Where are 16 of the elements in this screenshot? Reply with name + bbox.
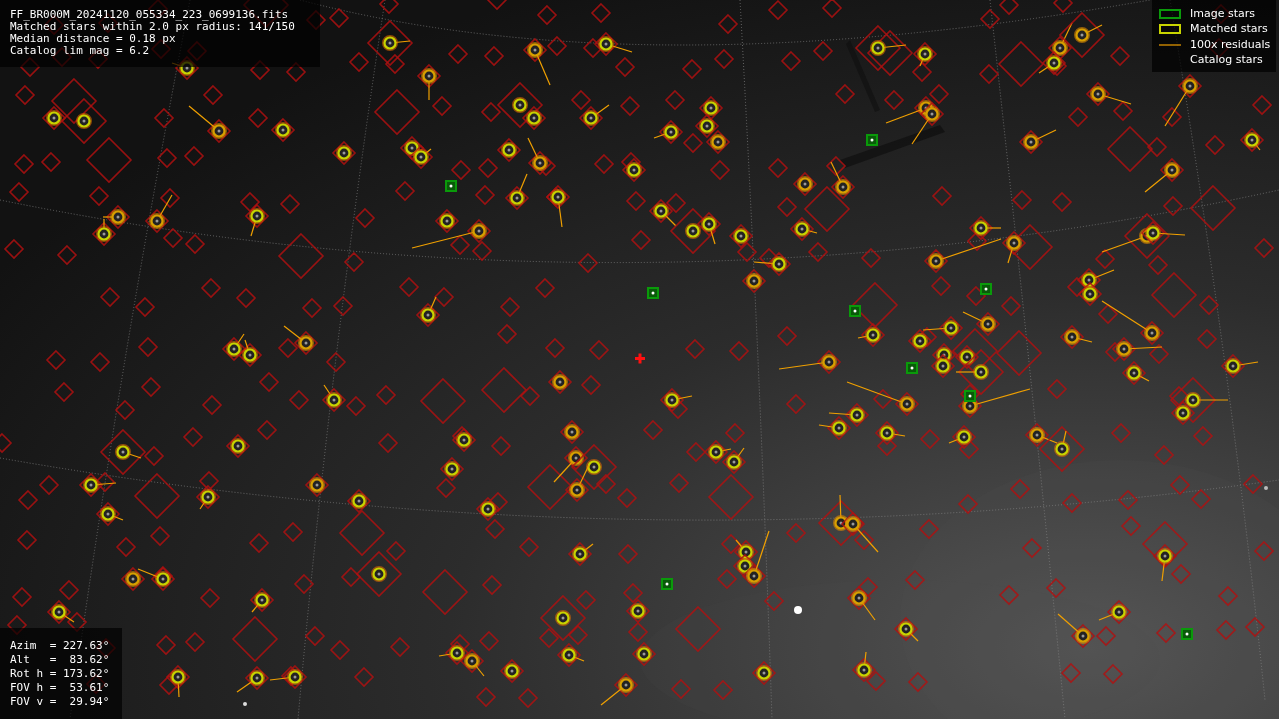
pointing-text: Alt = 83.62°	[10, 653, 111, 667]
info-text: Median distance = 0.18 px	[10, 33, 177, 45]
legend-label: Catalog stars	[1190, 52, 1263, 68]
image-star-swatch-icon	[1158, 7, 1182, 20]
legend-label: Image stars	[1190, 5, 1255, 22]
info-text: Matched stars within 2.0 px radius: 141/150	[10, 21, 296, 33]
pointing-text: FOV v = 29.94°	[10, 695, 111, 709]
info-text: Catalog lim mag = 6.2	[10, 45, 151, 57]
matched-star-swatch-icon	[1158, 23, 1182, 36]
pointing-text: Rot h = 173.62°	[10, 667, 111, 681]
center-cross-icon	[635, 353, 645, 364]
legend-label: Matched stars	[1190, 21, 1268, 37]
pointing-text: Azim = 227.63°	[10, 639, 111, 653]
pointing-text: FOV h = 53.61°	[10, 681, 111, 695]
info-text: FF_BR000M_20241120_055334_223_0699136.fits	[10, 9, 290, 21]
legend-label: 100x residuals	[1190, 36, 1271, 53]
